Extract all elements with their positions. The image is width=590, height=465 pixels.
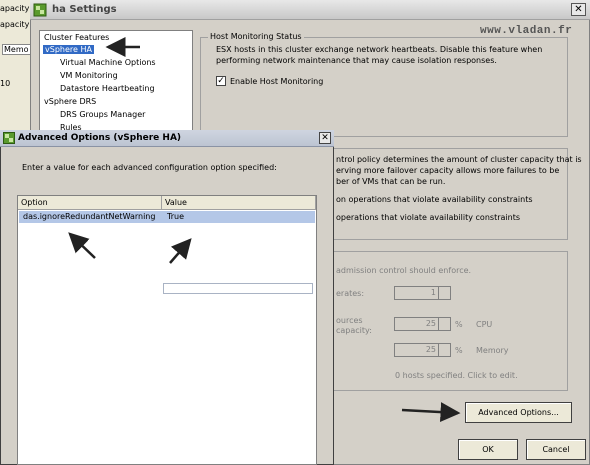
tolerates-value: 1 [430, 288, 436, 297]
background-tab: Memo [2, 44, 31, 55]
cpu-value: 25 [425, 319, 436, 328]
hosts-specified-link[interactable]: 0 hosts specified. Click to edit. [395, 371, 518, 380]
cpu-spinner[interactable]: 25 [394, 317, 451, 331]
spinner-arrows-icon [438, 344, 449, 356]
window-close-button[interactable]: ✕ [571, 3, 586, 16]
enable-host-monitoring-checkbox[interactable]: ✓ [216, 76, 226, 86]
new-value-input[interactable] [163, 283, 313, 294]
policy-header: admission control should enforce. [336, 266, 472, 275]
column-header-option[interactable]: Option [18, 196, 162, 210]
host-monitoring-description: ESX hosts in this cluster exchange netwo… [216, 45, 543, 54]
memory-unit: % [455, 346, 463, 355]
option-cell[interactable]: das.ignoreRedundantNetWarning [23, 212, 155, 221]
admission-control-description: ber of VMs that can be run. [336, 177, 446, 186]
enable-host-monitoring-label: Enable Host Monitoring [230, 77, 324, 86]
resources-label: ources [336, 316, 363, 325]
cancel-button[interactable]: Cancel [526, 439, 586, 460]
memory-spinner[interactable]: 25 [394, 343, 451, 357]
column-header-value[interactable]: Value [162, 196, 316, 210]
vsphere-cluster-icon [33, 3, 47, 17]
advanced-options-button[interactable]: Advanced Options... [465, 402, 572, 423]
tolerates-spinner[interactable]: 1 [394, 286, 451, 300]
spinner-arrows-icon [438, 318, 449, 330]
memory-label: Memory [476, 346, 509, 355]
nav-item-vsphere-drs[interactable]: vSphere DRS [44, 97, 96, 106]
dialog-prompt: Enter a value for each advanced configur… [22, 163, 277, 172]
host-monitoring-description: performing network maintenance that may … [216, 56, 497, 65]
memory-value: 25 [425, 345, 436, 354]
admission-option-disable[interactable]: operations that violate availability con… [336, 213, 520, 222]
cpu-unit: % [455, 320, 463, 329]
nav-item-datastore-heartbeating[interactable]: Datastore Heartbeating [60, 84, 155, 93]
window-title: ha Settings [52, 4, 117, 15]
advanced-options-table: Option Value das.ignoreRedundantNetWarni… [17, 195, 317, 465]
nav-item-virtual-machine-options[interactable]: Virtual Machine Options [60, 58, 156, 67]
nav-item-cluster-features[interactable]: Cluster Features [44, 33, 109, 42]
background-text: apacity [0, 4, 30, 13]
background-app: apacity apacity Memo 10 [0, 0, 31, 130]
admission-control-description: ntrol policy determines the amount of cl… [336, 155, 582, 164]
dialog-close-button[interactable]: ✕ [319, 132, 331, 144]
table-row[interactable]: das.ignoreRedundantNetWarning True [19, 211, 315, 223]
cpu-label: CPU [476, 320, 493, 329]
nav-item-vsphere-ha[interactable]: vSphere HA [43, 45, 94, 54]
ok-button[interactable]: OK [458, 439, 518, 460]
resources-label: capacity: [336, 326, 372, 335]
vsphere-cluster-icon [3, 132, 15, 144]
admission-option-enable[interactable]: on operations that violate availability … [336, 195, 533, 204]
nav-item-vm-monitoring[interactable]: VM Monitoring [60, 71, 118, 80]
dialog-titlebar: Advanced Options (vSphere HA) ✕ [0, 130, 334, 147]
dialog-title: Advanced Options (vSphere HA) [18, 133, 182, 143]
value-cell[interactable]: True [167, 212, 184, 221]
background-text: 10 [0, 79, 11, 88]
nav-item-drs-groups-manager[interactable]: DRS Groups Manager [60, 110, 145, 119]
background-text: apacity [0, 20, 30, 29]
admission-control-description: erving more failover capacity allows mor… [336, 166, 560, 175]
spinner-arrows-icon [438, 287, 449, 299]
window-titlebar: ha Settings ✕ [30, 0, 590, 20]
host-monitoring-title: Host Monitoring Status [208, 32, 304, 41]
settings-nav-tree: Cluster Features vSphere HA Virtual Mach… [39, 30, 193, 140]
watermark: www.vladan.fr [480, 25, 573, 37]
tolerates-label: erates: [336, 289, 365, 298]
